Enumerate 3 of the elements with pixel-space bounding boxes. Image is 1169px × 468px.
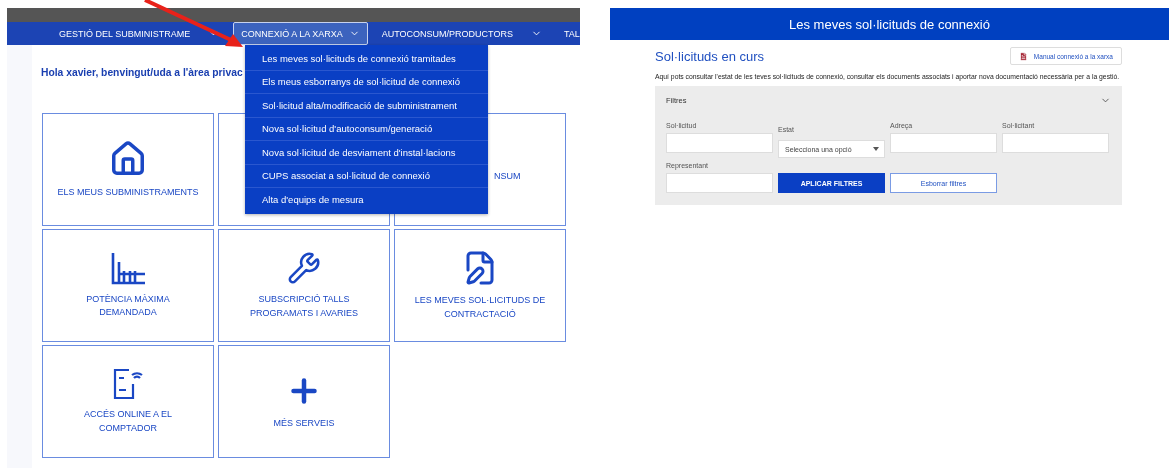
page-header: Les meves sol·licituds de connexió (610, 8, 1169, 40)
section-title: Sol·licituds en curs (655, 48, 765, 64)
greeting-text: Hola xavier, benvingut/uda a l'àrea privac (41, 67, 244, 80)
